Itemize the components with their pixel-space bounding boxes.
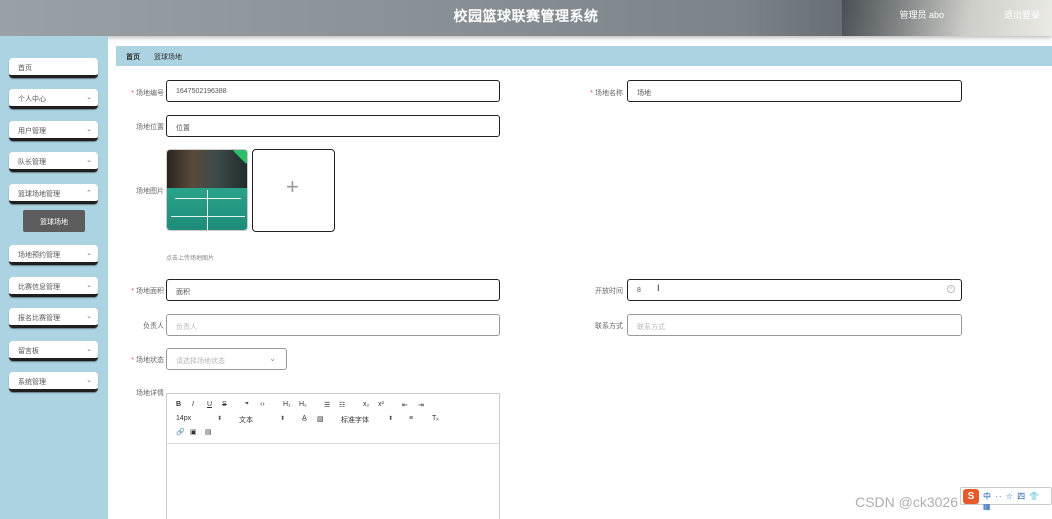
area-label: * 场地面积 — [131, 288, 164, 295]
status-select-placeholder: 请选择场地状态 — [176, 358, 225, 365]
blockquote-icon[interactable]: ❞ — [245, 401, 249, 409]
ime-status: 中 ·· ☆ 四 👕 ▦ — [983, 492, 1041, 511]
bullet-list-icon[interactable]: ☷ — [339, 401, 345, 409]
app-title: 校园篮球联赛管理系统 — [453, 8, 599, 24]
underline-icon[interactable]: U — [207, 401, 212, 408]
sidebar-item-personal-center[interactable]: 个人中心 ⌄ — [9, 89, 98, 109]
chevron-down-icon: ⌄ — [269, 354, 276, 363]
area-field[interactable]: 面积 — [166, 279, 500, 301]
subscript-icon[interactable]: x₂ — [363, 401, 369, 408]
text-cursor-icon: I — [657, 283, 660, 293]
font-family-select[interactable]: 标准字体 ⬍ — [341, 415, 393, 425]
name-field[interactable]: 场地 — [627, 80, 962, 102]
location-field[interactable]: 位置 — [166, 115, 500, 137]
sogou-logo-icon: S — [963, 489, 979, 504]
code-label: * 场地编号 — [131, 90, 164, 97]
sidebar-item-label: 篮球场地管理 — [18, 191, 60, 198]
breadcrumb: 首页 篮球场地 — [116, 46, 1052, 66]
chevron-down-icon: ⌄ — [86, 377, 92, 384]
heading1-icon[interactable]: H₁ — [283, 401, 290, 408]
upload-hint: 点击上传场地图片 — [166, 256, 215, 262]
ime-toolbar[interactable]: S 中 ·· ☆ 四 👕 ▦ — [960, 487, 1052, 511]
updown-icon: ⬍ — [216, 416, 222, 422]
chevron-down-icon: ⌄ — [86, 313, 92, 320]
open-time-value: 8 — [637, 287, 641, 294]
sidebar-item-label: 用户管理 — [18, 128, 46, 135]
ordered-list-icon[interactable]: ☰ — [324, 401, 330, 409]
csdn-watermark: CSDN @ck3026 — [855, 494, 958, 510]
bold-icon[interactable]: B — [176, 401, 181, 408]
open-time-label: 开放时间 — [595, 288, 623, 295]
strikethrough-icon[interactable]: S — [222, 401, 227, 408]
sidebar-item-system-management[interactable]: 系统管理 ⌄ — [9, 372, 98, 392]
sidebar-item-label: 系统管理 — [18, 379, 46, 386]
font-color-icon[interactable]: A̲ — [302, 415, 307, 422]
chevron-down-icon: ⌄ — [86, 282, 92, 289]
top-header: 校园篮球联赛管理系统 管理员 abo 退出登录 — [0, 0, 1052, 36]
chevron-down-icon: ⌄ — [86, 126, 92, 133]
contact-label: 联系方式 — [595, 323, 623, 330]
header-type-select[interactable]: 文本 ⬍ — [239, 415, 285, 425]
background-color-icon[interactable]: ▨ — [317, 415, 324, 423]
sidebar-item-match-management[interactable]: 比赛信息管理 ⌄ — [9, 277, 98, 297]
updown-icon: ⬍ — [279, 416, 285, 422]
font-size-select[interactable]: 14px ⬍ — [176, 415, 222, 422]
manager-field[interactable]: 负责人 — [166, 314, 500, 336]
sidebar-item-label: 留言板 — [18, 348, 39, 355]
manager-label: 负责人 — [143, 323, 164, 330]
superscript-icon[interactable]: x² — [378, 401, 384, 408]
sidebar-item-label: 报名比赛管理 — [18, 315, 60, 322]
sidebar-item-label: 队长管理 — [18, 159, 46, 166]
code-field[interactable]: 1647502196388 — [166, 80, 500, 102]
indent-icon[interactable]: ⇥ — [418, 401, 424, 409]
status-select[interactable]: 请选择场地状态 ⌄ — [166, 348, 287, 370]
breadcrumb-home[interactable]: 首页 — [126, 54, 140, 61]
align-icon[interactable]: ≡ — [409, 415, 413, 422]
sidebar-item-label: 个人中心 — [18, 96, 46, 103]
updown-icon: ⬍ — [387, 416, 393, 422]
sidebar-item-user-management[interactable]: 用户管理 ⌄ — [9, 121, 98, 141]
upload-add-button[interactable]: + — [252, 149, 335, 232]
rich-text-editor[interactable]: B I U S ❞ ‹› H₁ H₂ ☰ ☷ x₂ x² ⇤ ⇥ 14px ⬍ 文… — [166, 393, 500, 519]
logout-link[interactable]: 退出登录 — [1004, 8, 1040, 21]
breadcrumb-current: 篮球场地 — [153, 54, 182, 61]
sidebar-item-label: 首页 — [18, 65, 32, 72]
sidebar: 首页 个人中心 ⌄ 用户管理 ⌄ 队长管理 ⌄ 篮球场地管理 ⌄ 篮球场地 场地预约管理… — [0, 36, 108, 519]
video-icon[interactable]: ▤ — [205, 428, 212, 436]
editor-toolbar: B I U S ❞ ‹› H₁ H₂ ☰ ☷ x₂ x² ⇤ ⇥ 14px ⬍ 文… — [167, 394, 499, 444]
sidebar-item-captain-management[interactable]: 队长管理 ⌄ — [9, 152, 98, 172]
chevron-down-icon: ⌄ — [86, 157, 92, 164]
sidebar-item-home[interactable]: 首页 — [9, 58, 98, 78]
chevron-down-icon: ⌄ — [86, 346, 92, 353]
image-icon[interactable]: ▣ — [190, 428, 197, 436]
sidebar-item-court-management[interactable]: 篮球场地管理 ⌄ — [9, 184, 98, 204]
code-block-icon[interactable]: ‹› — [260, 401, 265, 408]
image-label: 场地图片 — [136, 188, 164, 195]
plus-icon: + — [286, 174, 299, 199]
sidebar-item-label: 场地预约管理 — [18, 252, 60, 259]
link-icon[interactable]: 🔗 — [176, 428, 185, 436]
detail-label: 场地详情 — [136, 390, 164, 397]
clear-format-icon[interactable]: Tₓ — [432, 415, 439, 422]
name-label: * 场地名称 — [590, 90, 623, 97]
status-label: * 场地状态 — [131, 357, 164, 364]
location-label: 场地位置 — [136, 124, 164, 131]
outdent-icon[interactable]: ⇤ — [402, 401, 408, 409]
sidebar-item-signup-management[interactable]: 报名比赛管理 ⌄ — [9, 308, 98, 328]
sidebar-item-message-board[interactable]: 留言板 ⌄ — [9, 341, 98, 361]
heading2-icon[interactable]: H₂ — [299, 401, 307, 408]
open-time-field[interactable]: 8 I × — [627, 279, 962, 301]
chevron-down-icon: ⌄ — [86, 250, 92, 257]
clear-icon[interactable]: × — [947, 285, 955, 293]
sidebar-item-reservation-management[interactable]: 场地预约管理 ⌄ — [9, 245, 98, 265]
uploaded-court-image[interactable]: ✓ — [166, 149, 248, 231]
chevron-down-icon: ⌄ — [86, 94, 92, 101]
chevron-up-icon: ⌄ — [86, 188, 92, 195]
sidebar-subitem-court[interactable]: 篮球场地 — [23, 210, 85, 232]
sidebar-item-label: 比赛信息管理 — [18, 284, 60, 291]
current-user: 管理员 abo — [899, 10, 944, 20]
italic-icon[interactable]: I — [192, 401, 194, 408]
contact-field[interactable]: 联系方式 — [627, 314, 962, 336]
